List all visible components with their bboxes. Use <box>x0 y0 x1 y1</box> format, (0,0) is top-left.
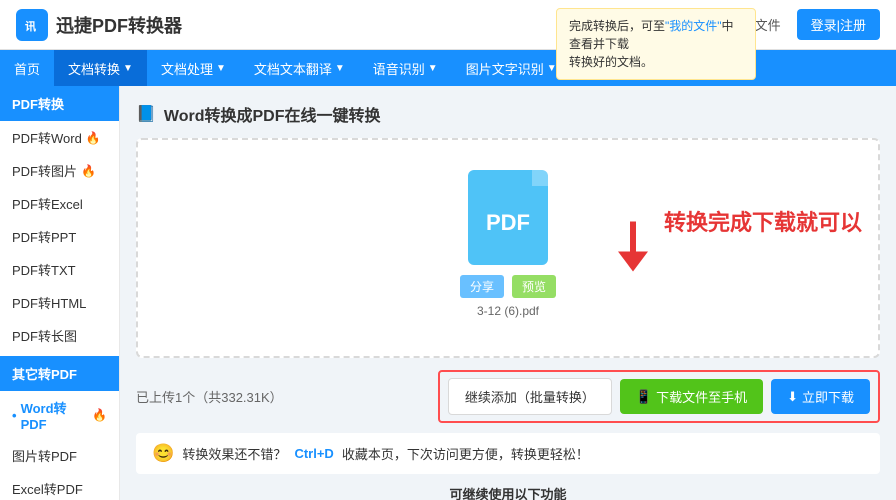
preview-button[interactable]: 预览 <box>512 275 556 298</box>
sidebar-item-excel-to-pdf[interactable]: Excel转PDF <box>0 472 119 500</box>
sidebar-item-pdf-to-excel[interactable]: PDF转Excel <box>0 187 119 220</box>
tooltip-link[interactable]: "我的文件" <box>665 19 722 33</box>
logo-text: 迅捷PDF转换器 <box>56 12 182 38</box>
upload-wrapper: PDF 分享 预览 3-12 (6).pdf 转换完成下载就 <box>136 138 880 423</box>
svg-text:讯: 讯 <box>25 20 36 33</box>
file-actions: 分享 预览 <box>460 275 556 298</box>
pdf-fold <box>532 170 548 186</box>
big-arrow <box>608 217 658 280</box>
nav-doc-convert-arrow: ▼ <box>123 63 133 74</box>
header: 讯 迅捷PDF转换器 🎧 在线客服 📄 我的文件 登录|注册 完成转换后，可至"… <box>0 0 896 50</box>
smile-icon: 😊 <box>152 443 174 464</box>
fire-icon-1: 🔥 <box>86 131 101 145</box>
sidebar-item-pdf-to-word[interactable]: PDF转Word 🔥 <box>0 121 119 154</box>
continue-section: 可继续使用以下功能 <box>136 484 880 500</box>
file-name: 3-12 (6).pdf <box>477 304 539 318</box>
download-to-phone-button[interactable]: 📱 下载文件至手机 <box>620 379 763 414</box>
nav-translate[interactable]: 文档文本翻译 ▼ <box>240 50 359 86</box>
fire-icon-3: 🔥 <box>92 408 107 422</box>
nav-doc-process[interactable]: 文档处理 ▼ <box>147 50 240 86</box>
content-area: 📘 Word转换成PDF在线一键转换 PDF 分享 预览 3-12 (6).pd… <box>120 86 896 500</box>
download-button[interactable]: ⬇ 立即下载 <box>771 379 870 414</box>
hotkey-label: Ctrl+D <box>294 446 333 461</box>
sidebar-section-pdf: PDF转换 <box>0 86 119 121</box>
sidebar: PDF转换 PDF转Word 🔥 PDF转图片 🔥 PDF转Excel PDF转… <box>0 86 120 500</box>
phone-icon: 📱 <box>636 389 652 405</box>
download-icon: ⬇ <box>787 389 798 405</box>
tooltip-box: 完成转换后，可至"我的文件"中查看并下载 转换好的文档。 <box>556 8 756 80</box>
sidebar-section-other: 其它转PDF <box>0 356 119 391</box>
add-files-button[interactable]: 继续添加（批量转换） <box>448 378 612 415</box>
file-count: 已上传1个（共332.31K） <box>136 387 283 406</box>
conversion-complete-text: 转换完成下载就可以 <box>664 205 862 237</box>
pdf-text-label: PDF <box>486 210 530 236</box>
sidebar-item-word-to-pdf[interactable]: Word转PDF 🔥 <box>0 391 119 439</box>
nav-voice-arrow: ▼ <box>428 63 438 74</box>
bottom-bar: 已上传1个（共332.31K） 继续添加（批量转换） 📱 下载文件至手机 ⬇ 立… <box>136 370 880 423</box>
nav-voice[interactable]: 语音识别 ▼ <box>359 50 452 86</box>
login-button[interactable]: 登录|注册 <box>797 9 880 40</box>
nav-bar: 首页 文档转换 ▼ 文档处理 ▼ 文档文本翻译 ▼ 语音识别 ▼ 图片文字识别 … <box>0 50 896 86</box>
logo-area: 讯 迅捷PDF转换器 <box>16 9 182 41</box>
content-header: 📘 Word转换成PDF在线一键转换 <box>136 102 880 126</box>
logo-icon: 讯 <box>16 9 48 41</box>
nav-doc-convert[interactable]: 文档转换 ▼ <box>54 50 147 86</box>
nav-translate-arrow: ▼ <box>335 63 345 74</box>
page-title: Word转换成PDF在线一键转换 <box>164 102 381 126</box>
pdf-file-icon: PDF <box>468 170 548 265</box>
word-icon: 📘 <box>136 104 156 124</box>
upload-box[interactable]: PDF 分享 预览 3-12 (6).pdf 转换完成下载就 <box>136 138 880 358</box>
nav-home[interactable]: 首页 <box>0 50 54 86</box>
nav-ocr[interactable]: 图片文字识别 ▼ <box>452 50 571 86</box>
share-button[interactable]: 分享 <box>460 275 504 298</box>
sidebar-item-pdf-to-img[interactable]: PDF转图片 🔥 <box>0 154 119 187</box>
sidebar-item-pdf-to-ppt[interactable]: PDF转PPT <box>0 220 119 253</box>
sidebar-item-pdf-to-longimg[interactable]: PDF转长图 <box>0 319 119 352</box>
nav-doc-process-arrow: ▼ <box>216 63 226 74</box>
tip-bar: 😊 转换效果还不错？ Ctrl+D 收藏本页，下次访问更方便，转换更轻松！ <box>136 433 880 474</box>
sidebar-item-pdf-to-txt[interactable]: PDF转TXT <box>0 253 119 286</box>
sidebar-item-img-to-pdf[interactable]: 图片转PDF <box>0 439 119 472</box>
main-layout: PDF转换 PDF转Word 🔥 PDF转图片 🔥 PDF转Excel PDF转… <box>0 86 896 500</box>
sidebar-item-pdf-to-html[interactable]: PDF转HTML <box>0 286 119 319</box>
action-area: 继续添加（批量转换） 📱 下载文件至手机 ⬇ 立即下载 <box>438 370 880 423</box>
fire-icon-2: 🔥 <box>81 164 96 178</box>
